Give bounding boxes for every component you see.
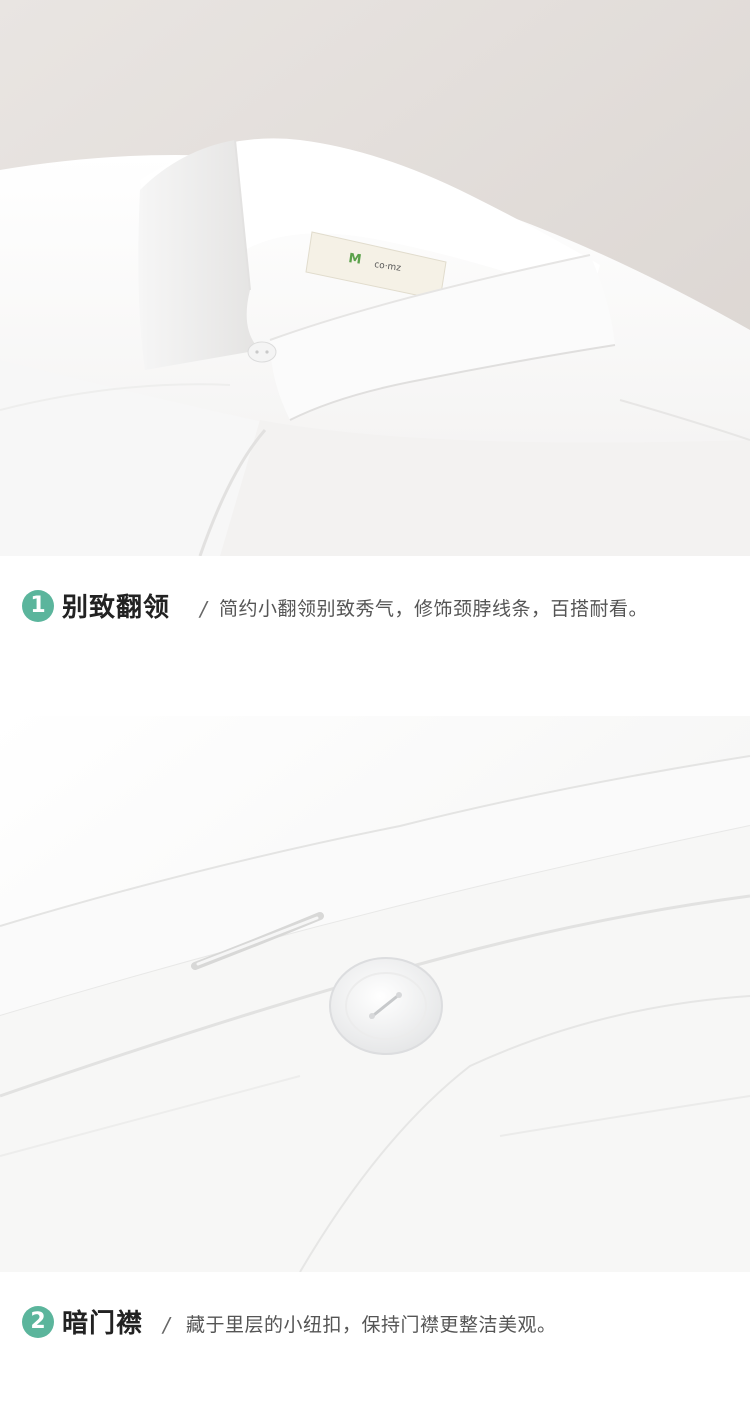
feature-collar: 1 别致翻领 / 简约小翻领别致秀气，修饰颈脖线条，百搭耐看。 xyxy=(0,556,750,716)
feature-placket: 2 暗门襟 / 藏于里层的小纽扣，保持门襟更整洁美观。 xyxy=(0,1272,750,1401)
feature-title: 别致翻领 xyxy=(62,593,171,623)
feature-description: 简约小翻领别致秀气，修饰颈脖线条，百搭耐看。 xyxy=(219,598,649,620)
separator: / xyxy=(200,597,207,621)
feature-description: 藏于里层的小纽扣，保持门襟更整洁美观。 xyxy=(186,1314,557,1336)
separator: / xyxy=(163,1313,170,1337)
collar-photo: M co·mz xyxy=(0,0,750,556)
svg-text:M: M xyxy=(347,251,362,268)
number-badge: 1 xyxy=(22,590,54,622)
number-badge: 2 xyxy=(22,1306,54,1338)
placket-photo xyxy=(0,716,750,1272)
feature-title: 暗门襟 xyxy=(62,1309,144,1339)
